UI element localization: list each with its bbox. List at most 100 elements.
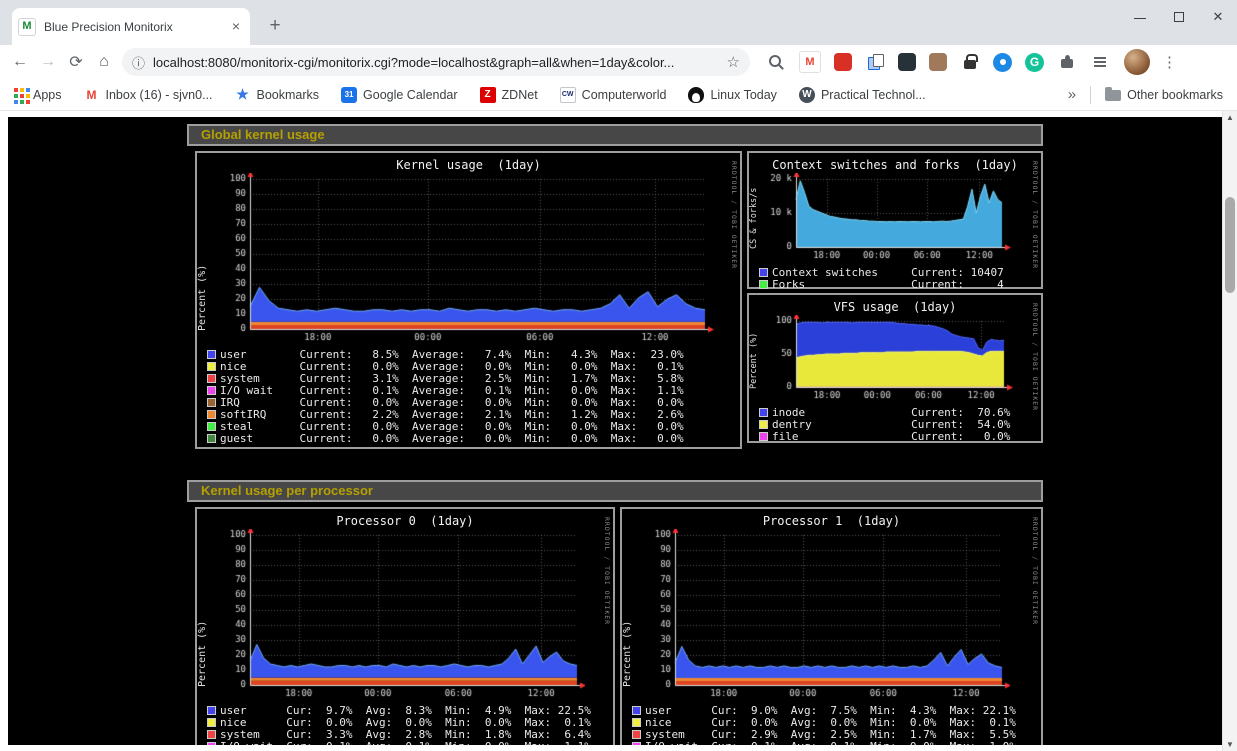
red-extension-icon[interactable] [834, 53, 852, 71]
url-text[interactable]: localhost:8080/monitorix-cgi/monitorix.c… [153, 55, 719, 70]
y-axis-label: Percent (%) [622, 533, 633, 687]
context-switches-legend: Context switches Current: 10407Forks Cur… [759, 266, 1041, 290]
processor-0-graph[interactable] [210, 529, 585, 701]
legend-color-swatch [207, 386, 216, 395]
y-axis-label: CS & forks/s [749, 177, 759, 249]
legend-row: file Current: 0.0% [759, 430, 1041, 442]
vfs-usage-graph[interactable] [762, 315, 1014, 403]
bookmark-gmail[interactable]: MInbox (16) - sjvn0... [84, 87, 213, 103]
kernel-usage-graph[interactable] [210, 173, 715, 345]
bookmark-computerworld[interactable]: CWComputerworld [560, 87, 667, 103]
y-axis-label: Percent (%) [749, 319, 759, 389]
legend-row: nice Cur: 0.0% Avg: 0.0% Min: 0.0% Max: … [632, 716, 1041, 728]
apps-shortcut[interactable]: Apps [14, 88, 62, 102]
window-close-icon[interactable]: ✕ [1211, 10, 1225, 24]
browser-window: M Blue Precision Monitorix × + ✕ ← → ⟳ ⌂… [0, 0, 1237, 751]
minimize-icon[interactable] [1133, 10, 1147, 24]
kebab-menu-icon[interactable]: ⋮ [1162, 53, 1177, 71]
rrdtool-watermark: RRDTOOL / TOBI OETIKER [1031, 303, 1039, 411]
bookmark-star[interactable]: ★Bookmarks [235, 87, 320, 103]
browser-toolbar: ← → ⟳ ⌂ ⓘ localhost:8080/monitorix-cgi/m… [0, 45, 1237, 79]
gmail-icon: M [84, 87, 100, 103]
other-bookmarks-button[interactable]: Other bookmarks [1105, 88, 1223, 102]
profile-avatar[interactable] [1124, 49, 1150, 75]
copy-pages-extension-icon[interactable] [865, 52, 885, 72]
vertical-scrollbar[interactable]: ▲ ▼ [1222, 111, 1237, 751]
vfs-usage-legend: inode Current: 70.6%dentry Current: 54.0… [759, 406, 1041, 442]
tab-close-icon[interactable]: × [228, 19, 244, 35]
back-icon[interactable]: ← [6, 48, 34, 76]
rrdtool-watermark: RRDTOOL / TOBI OETIKER [730, 161, 738, 269]
legend-row: nice Cur: 0.0% Avg: 0.0% Min: 0.0% Max: … [207, 716, 613, 728]
tab-title: Blue Precision Monitorix [44, 20, 228, 34]
kernel-usage-legend: user Current: 8.5% Average: 7.4% Min: 4.… [207, 348, 740, 444]
legend-color-swatch [207, 718, 216, 727]
legend-color-swatch [207, 742, 216, 746]
scrollbar-down-icon[interactable]: ▼ [1223, 740, 1237, 749]
scrollbar-up-icon[interactable]: ▲ [1223, 113, 1237, 122]
legend-row: I/O wait Current: 0.1% Average: 0.1% Min… [207, 384, 740, 396]
forward-icon[interactable]: → [34, 48, 62, 76]
maximize-icon[interactable] [1172, 10, 1186, 24]
rrdtool-watermark: RRDTOOL / TOBI OETIKER [603, 517, 611, 625]
search-extension-icon[interactable] [766, 52, 786, 72]
page-info-icon[interactable]: ⓘ [132, 53, 145, 72]
bookmark-wordpress[interactable]: WPractical Technol... [799, 87, 926, 103]
sepia-extension-icon[interactable] [929, 53, 947, 71]
lock-extension-icon[interactable] [960, 52, 980, 72]
penguin-icon [688, 87, 704, 103]
new-tab-button[interactable]: + [262, 13, 288, 39]
bookmark-penguin[interactable]: Linux Today [688, 87, 777, 103]
legend-color-swatch [632, 730, 641, 739]
extension-icons: M G [766, 51, 1110, 73]
apps-grid-icon [14, 88, 18, 92]
grammarly-extension-icon[interactable]: G [1025, 53, 1044, 72]
legend-text: guest Current: 0.0% Average: 0.0% Min: 0… [220, 432, 684, 445]
scrollbar-thumb[interactable] [1225, 197, 1235, 293]
home-icon[interactable]: ⌂ [90, 48, 118, 76]
context-switches-graph[interactable] [762, 173, 1012, 263]
processor-0-graph-panel: Processor 0 (1day) Percent (%) user Cur:… [195, 507, 615, 745]
bookmark-calendar[interactable]: 31Google Calendar [341, 87, 458, 103]
processor-1-graph-panel: Processor 1 (1day) Percent (%) user Cur:… [620, 507, 1043, 745]
graph-title: Processor 0 (1day) [197, 514, 613, 528]
rrdtool-watermark: RRDTOOL / TOBI OETIKER [1031, 161, 1039, 269]
bookmark-zdnet[interactable]: ZZDNet [480, 87, 538, 103]
bookmarks-overflow-icon[interactable]: » [1068, 86, 1076, 103]
y-axis-label: Percent (%) [197, 533, 208, 687]
bookmark-label: ZDNet [502, 88, 538, 102]
extensions-puzzle-icon[interactable] [1057, 52, 1077, 72]
browser-tab[interactable]: M Blue Precision Monitorix × [12, 8, 250, 45]
tab-strip: M Blue Precision Monitorix × + ✕ [0, 0, 1237, 45]
legend-row: I/O wait Cur: 0.1% Avg: 0.1% Min: 0.0% M… [207, 740, 613, 745]
legend-color-swatch [207, 398, 216, 407]
gmail-extension-icon[interactable]: M [799, 51, 821, 73]
legend-color-swatch [632, 718, 641, 727]
bookmark-items: MInbox (16) - sjvn0... ★Bookmarks 31Google… [84, 87, 948, 103]
processor-1-graph[interactable] [635, 529, 1010, 701]
legend-row: system Current: 3.1% Average: 2.5% Min: … [207, 372, 740, 384]
web-content: Global kernel usage Kernel usage (1day) … [0, 111, 1222, 751]
legend-row: inode Current: 70.6% [759, 406, 1041, 418]
section-header-kernel-usage-per-processor: Kernel usage per processor [187, 480, 1043, 502]
vfs-usage-graph-panel: VFS usage (1day) Percent (%) inode Curre… [747, 293, 1043, 443]
address-bar[interactable]: ⓘ localhost:8080/monitorix-cgi/monitorix… [122, 48, 750, 76]
legend-text: Forks Current: 4 [772, 278, 1004, 291]
bookmark-star-icon[interactable]: ☆ [727, 53, 740, 71]
reload-icon[interactable]: ⟳ [62, 48, 90, 76]
section-header-global-kernel-usage: Global kernel usage [187, 124, 1043, 146]
rrdtool-watermark: RRDTOOL / TOBI OETIKER [1031, 517, 1039, 625]
bookmarks-right: » Other bookmarks [1068, 86, 1223, 104]
legend-row: nice Current: 0.0% Average: 0.0% Min: 0.… [207, 360, 740, 372]
per-processor-row: Processor 0 (1day) Percent (%) user Cur:… [187, 507, 1043, 745]
legend-row: IRQ Current: 0.0% Average: 0.0% Min: 0.0… [207, 396, 740, 408]
camera-extension-icon[interactable] [993, 53, 1012, 72]
bookmark-label: Computerworld [582, 88, 667, 102]
legend-color-swatch [632, 706, 641, 715]
legend-row: softIRQ Current: 2.2% Average: 2.1% Min:… [207, 408, 740, 420]
legend-row: user Cur: 9.7% Avg: 8.3% Min: 4.9% Max: … [207, 704, 613, 716]
legend-color-swatch [759, 432, 768, 441]
dark-extension-icon[interactable] [898, 53, 916, 71]
legend-color-swatch [207, 410, 216, 419]
list-extension-icon[interactable] [1090, 52, 1110, 72]
